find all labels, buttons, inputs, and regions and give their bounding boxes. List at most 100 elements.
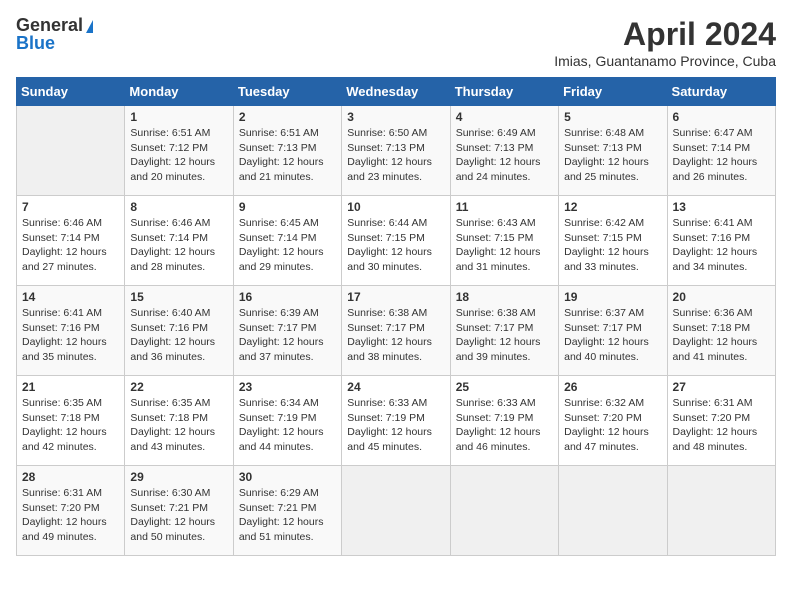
- day-number: 11: [456, 200, 553, 214]
- calendar-cell: 26 Sunrise: 6:32 AMSunset: 7:20 PMDayligh…: [559, 376, 667, 466]
- calendar-cell: 22Sunrise: 6:35 AMSunset: 7:18 PMDayligh…: [125, 376, 233, 466]
- month-title: April 2024: [554, 16, 776, 53]
- calendar-week-3: 14 Sunrise: 6:41 AMSunset: 7:16 PMDayligh…: [17, 286, 776, 376]
- day-number: 27: [673, 380, 770, 394]
- calendar-week-4: 21Sunrise: 6:35 AMSunset: 7:18 PMDayligh…: [17, 376, 776, 466]
- calendar-cell: 4 Sunrise: 6:49 AMSunset: 7:13 PMDaylight…: [450, 106, 558, 196]
- day-info: Sunrise: 6:31 AMSunset: 7:20 PMDaylight:…: [22, 486, 119, 545]
- calendar-cell: 18 Sunrise: 6:38 AMSunset: 7:17 PMDayligh…: [450, 286, 558, 376]
- logo-general-text: General: [16, 16, 83, 34]
- day-number: 1: [130, 110, 227, 124]
- col-header-monday: Monday: [125, 78, 233, 106]
- day-info: Sunrise: 6:47 AMSunset: 7:14 PMDaylight:…: [673, 126, 770, 185]
- day-info: Sunrise: 6:51 AMSunset: 7:13 PMDaylight:…: [239, 126, 336, 185]
- calendar-cell: 9 Sunrise: 6:45 AMSunset: 7:14 PMDaylight…: [233, 196, 341, 286]
- day-number: 28: [22, 470, 119, 484]
- calendar-cell: 20Sunrise: 6:36 AMSunset: 7:18 PMDayligh…: [667, 286, 775, 376]
- page-header: General Blue April 2024 Imias, Guantanam…: [16, 16, 776, 69]
- col-header-wednesday: Wednesday: [342, 78, 450, 106]
- day-info: Sunrise: 6:31 AMSunset: 7:20 PMDaylight:…: [673, 396, 770, 455]
- day-number: 9: [239, 200, 336, 214]
- day-info: Sunrise: 6:32 AMSunset: 7:20 PMDaylight:…: [564, 396, 661, 455]
- calendar-cell: 11 Sunrise: 6:43 AMSunset: 7:15 PMDayligh…: [450, 196, 558, 286]
- day-info: Sunrise: 6:29 AMSunset: 7:21 PMDaylight:…: [239, 486, 336, 545]
- day-number: 26: [564, 380, 661, 394]
- day-info: Sunrise: 6:33 AMSunset: 7:19 PMDaylight:…: [347, 396, 444, 455]
- calendar-cell: 8 Sunrise: 6:46 AMSunset: 7:14 PMDaylight…: [125, 196, 233, 286]
- day-number: 14: [22, 290, 119, 304]
- day-info: Sunrise: 6:40 AMSunset: 7:16 PMDaylight:…: [130, 306, 227, 365]
- day-number: 5: [564, 110, 661, 124]
- calendar-cell: 3Sunrise: 6:50 AMSunset: 7:13 PMDaylight…: [342, 106, 450, 196]
- calendar-cell: 27 Sunrise: 6:31 AMSunset: 7:20 PMDayligh…: [667, 376, 775, 466]
- calendar-cell: 6 Sunrise: 6:47 AMSunset: 7:14 PMDaylight…: [667, 106, 775, 196]
- day-number: 18: [456, 290, 553, 304]
- day-number: 7: [22, 200, 119, 214]
- day-info: Sunrise: 6:51 AMSunset: 7:12 PMDaylight:…: [130, 126, 227, 185]
- day-number: 2: [239, 110, 336, 124]
- day-info: Sunrise: 6:33 AMSunset: 7:19 PMDaylight:…: [456, 396, 553, 455]
- calendar-cell: 15 Sunrise: 6:40 AMSunset: 7:16 PMDayligh…: [125, 286, 233, 376]
- day-info: Sunrise: 6:44 AMSunset: 7:15 PMDaylight:…: [347, 216, 444, 275]
- logo: General Blue: [16, 16, 93, 52]
- day-number: 10: [347, 200, 444, 214]
- day-info: Sunrise: 6:42 AMSunset: 7:15 PMDaylight:…: [564, 216, 661, 275]
- day-info: Sunrise: 6:34 AMSunset: 7:19 PMDaylight:…: [239, 396, 336, 455]
- calendar-cell: 2 Sunrise: 6:51 AMSunset: 7:13 PMDaylight…: [233, 106, 341, 196]
- day-info: Sunrise: 6:37 AMSunset: 7:17 PMDaylight:…: [564, 306, 661, 365]
- day-info: Sunrise: 6:38 AMSunset: 7:17 PMDaylight:…: [347, 306, 444, 365]
- calendar-cell: 28 Sunrise: 6:31 AMSunset: 7:20 PMDayligh…: [17, 466, 125, 556]
- day-number: 22: [130, 380, 227, 394]
- day-number: 29: [130, 470, 227, 484]
- col-header-thursday: Thursday: [450, 78, 558, 106]
- calendar-cell: 17 Sunrise: 6:38 AMSunset: 7:17 PMDayligh…: [342, 286, 450, 376]
- day-number: 24: [347, 380, 444, 394]
- day-number: 15: [130, 290, 227, 304]
- col-header-sunday: Sunday: [17, 78, 125, 106]
- calendar-cell: [342, 466, 450, 556]
- col-header-tuesday: Tuesday: [233, 78, 341, 106]
- day-info: Sunrise: 6:48 AMSunset: 7:13 PMDaylight:…: [564, 126, 661, 185]
- calendar-cell: 1 Sunrise: 6:51 AMSunset: 7:12 PMDaylight…: [125, 106, 233, 196]
- calendar-cell: 25Sunrise: 6:33 AMSunset: 7:19 PMDayligh…: [450, 376, 558, 466]
- calendar-table: SundayMondayTuesdayWednesdayThursdayFrid…: [16, 77, 776, 556]
- calendar-cell: 13 Sunrise: 6:41 AMSunset: 7:16 PMDayligh…: [667, 196, 775, 286]
- calendar-cell: 16Sunrise: 6:39 AMSunset: 7:17 PMDayligh…: [233, 286, 341, 376]
- day-info: Sunrise: 6:41 AMSunset: 7:16 PMDaylight:…: [22, 306, 119, 365]
- col-header-friday: Friday: [559, 78, 667, 106]
- calendar-cell: 30 Sunrise: 6:29 AMSunset: 7:21 PMDayligh…: [233, 466, 341, 556]
- day-number: 12: [564, 200, 661, 214]
- calendar-cell: 23 Sunrise: 6:34 AMSunset: 7:19 PMDayligh…: [233, 376, 341, 466]
- day-number: 20: [673, 290, 770, 304]
- day-info: Sunrise: 6:46 AMSunset: 7:14 PMDaylight:…: [130, 216, 227, 275]
- day-number: 17: [347, 290, 444, 304]
- calendar-cell: 12 Sunrise: 6:42 AMSunset: 7:15 PMDayligh…: [559, 196, 667, 286]
- day-number: 6: [673, 110, 770, 124]
- day-number: 13: [673, 200, 770, 214]
- day-number: 16: [239, 290, 336, 304]
- day-info: Sunrise: 6:50 AMSunset: 7:13 PMDaylight:…: [347, 126, 444, 185]
- calendar-cell: 19 Sunrise: 6:37 AMSunset: 7:17 PMDayligh…: [559, 286, 667, 376]
- col-header-saturday: Saturday: [667, 78, 775, 106]
- day-number: 19: [564, 290, 661, 304]
- day-info: Sunrise: 6:49 AMSunset: 7:13 PMDaylight:…: [456, 126, 553, 185]
- calendar-cell: 21Sunrise: 6:35 AMSunset: 7:18 PMDayligh…: [17, 376, 125, 466]
- day-number: 4: [456, 110, 553, 124]
- calendar-cell: [17, 106, 125, 196]
- calendar-cell: [667, 466, 775, 556]
- day-number: 30: [239, 470, 336, 484]
- calendar-cell: 10 Sunrise: 6:44 AMSunset: 7:15 PMDayligh…: [342, 196, 450, 286]
- day-info: Sunrise: 6:38 AMSunset: 7:17 PMDaylight:…: [456, 306, 553, 365]
- calendar-cell: 24 Sunrise: 6:33 AMSunset: 7:19 PMDayligh…: [342, 376, 450, 466]
- day-info: Sunrise: 6:41 AMSunset: 7:16 PMDaylight:…: [673, 216, 770, 275]
- calendar-cell: 7 Sunrise: 6:46 AMSunset: 7:14 PMDaylight…: [17, 196, 125, 286]
- day-info: Sunrise: 6:46 AMSunset: 7:14 PMDaylight:…: [22, 216, 119, 275]
- day-number: 8: [130, 200, 227, 214]
- day-number: 21: [22, 380, 119, 394]
- day-info: Sunrise: 6:43 AMSunset: 7:15 PMDaylight:…: [456, 216, 553, 275]
- calendar-week-1: 1 Sunrise: 6:51 AMSunset: 7:12 PMDaylight…: [17, 106, 776, 196]
- day-number: 23: [239, 380, 336, 394]
- day-info: Sunrise: 6:45 AMSunset: 7:14 PMDaylight:…: [239, 216, 336, 275]
- calendar-header-row: SundayMondayTuesdayWednesdayThursdayFrid…: [17, 78, 776, 106]
- logo-triangle-icon: [86, 20, 93, 33]
